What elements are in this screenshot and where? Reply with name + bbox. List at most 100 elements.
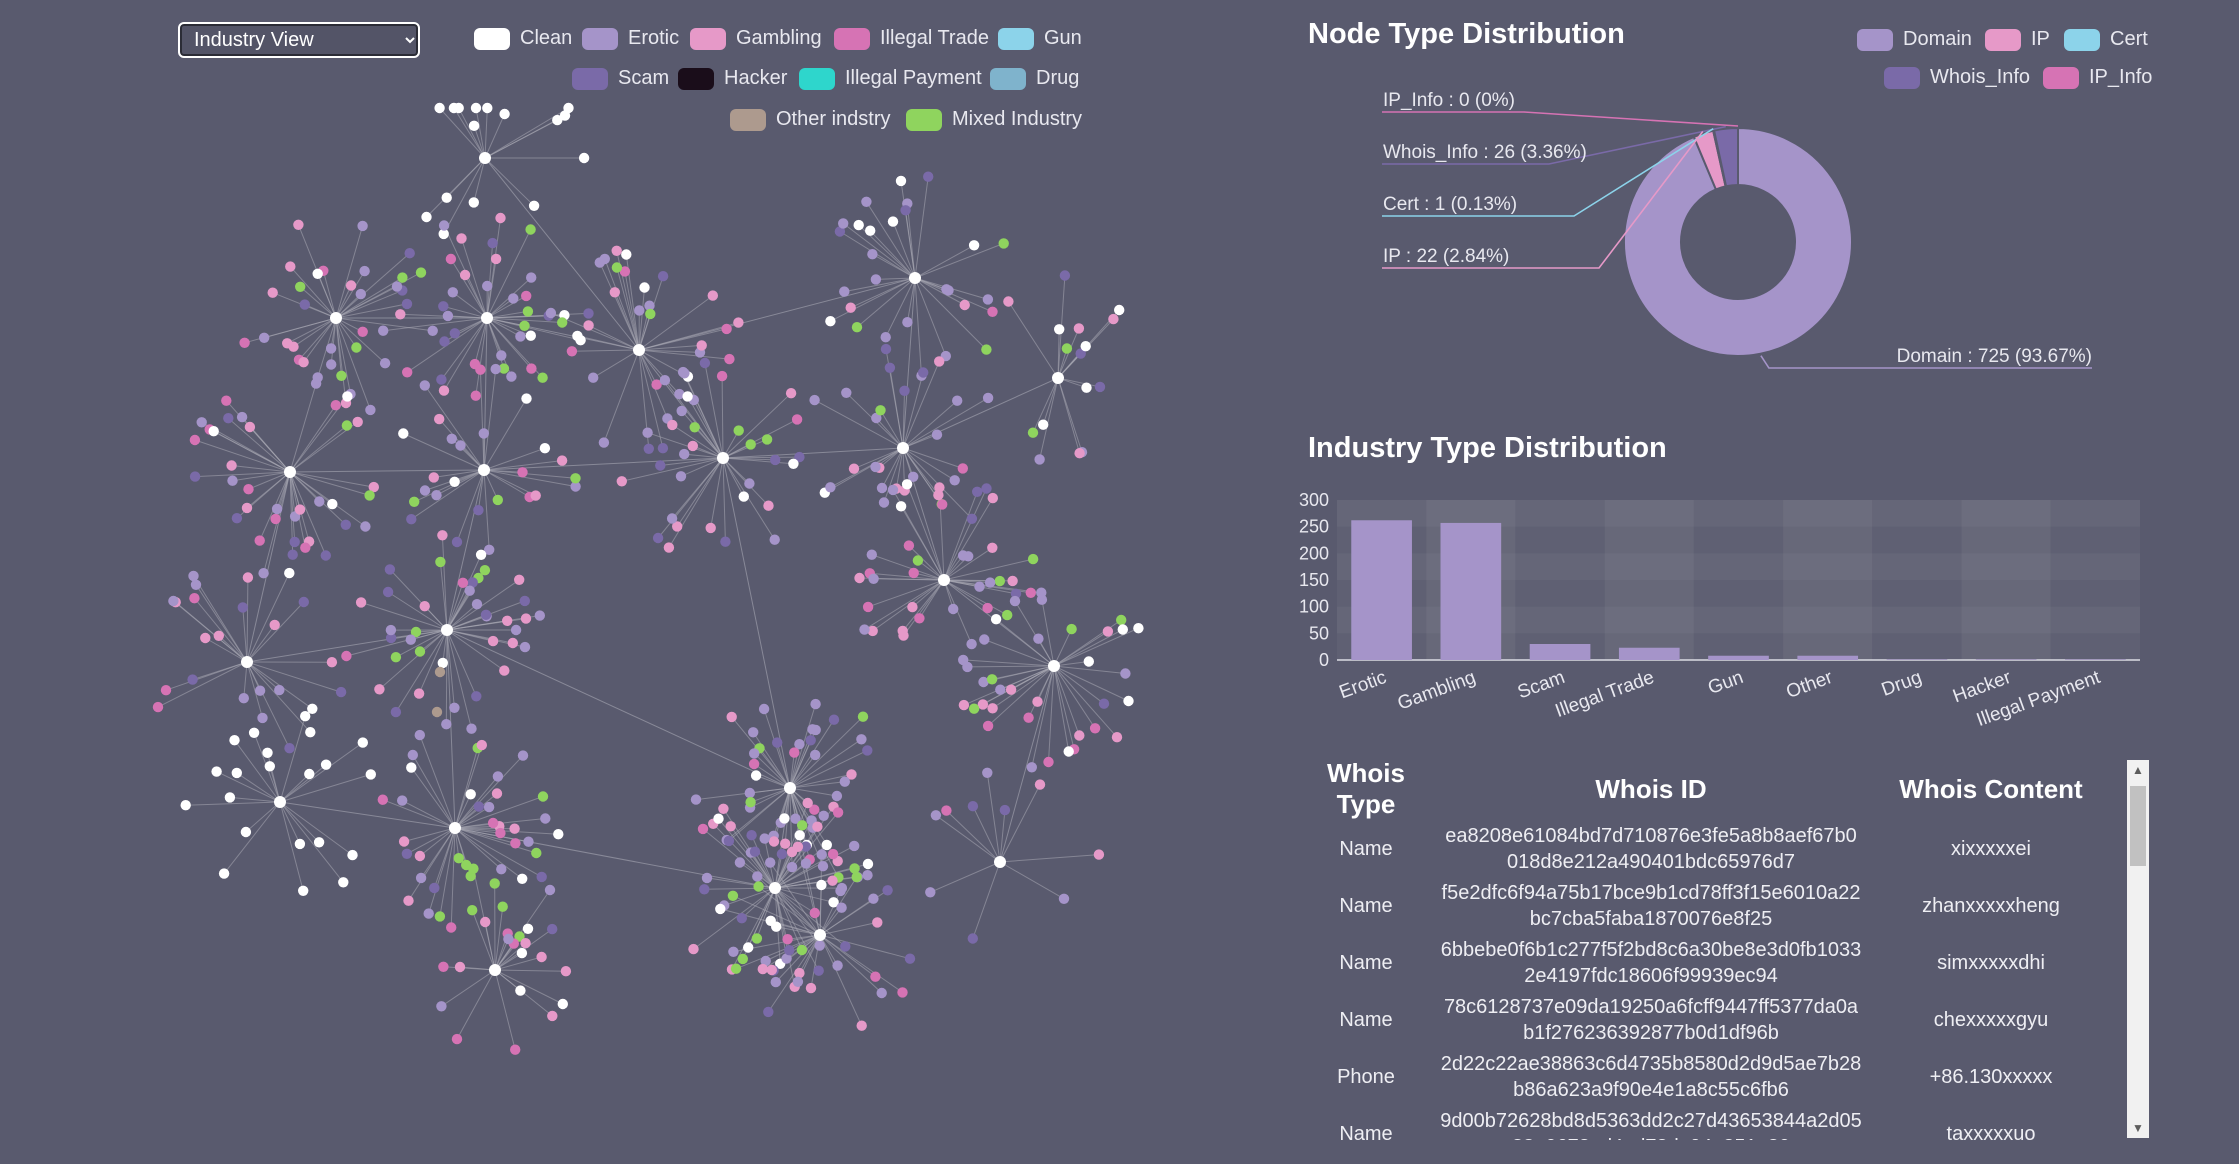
- graph-node[interactable]: [875, 405, 886, 416]
- graph-node[interactable]: [816, 849, 827, 860]
- graph-node[interactable]: [431, 490, 442, 501]
- graph-node[interactable]: [556, 455, 568, 466]
- graph-node[interactable]: [223, 413, 234, 424]
- graph-node[interactable]: [374, 684, 385, 695]
- industry-type-bar-chart[interactable]: 0 50 100 150 200 250 300 Erotic Gambling ScamIll…: [1285, 480, 2165, 750]
- graph-node[interactable]: [838, 218, 849, 229]
- graph-node[interactable]: [385, 624, 397, 636]
- graph-node[interactable]: [713, 813, 724, 824]
- graph-node[interactable]: [1066, 623, 1077, 635]
- graph-node[interactable]: [968, 703, 980, 714]
- graph-node[interactable]: [818, 810, 829, 821]
- graph-node[interactable]: [507, 637, 518, 649]
- bar[interactable]: [1618, 647, 1680, 660]
- graph-node[interactable]: [810, 749, 821, 761]
- graph-node[interactable]: [699, 357, 711, 369]
- bar[interactable]: [1797, 655, 1859, 660]
- graph-node[interactable]: [327, 498, 338, 510]
- graph-node[interactable]: [977, 699, 989, 710]
- graph-node[interactable]: [870, 274, 882, 285]
- graph-node[interactable]: [415, 872, 427, 884]
- graph-node[interactable]: [663, 542, 675, 553]
- graph-node[interactable]: [963, 551, 974, 562]
- graph-node[interactable]: [716, 370, 728, 382]
- graph-node[interactable]: [1133, 623, 1144, 634]
- graph-node[interactable]: [987, 703, 998, 714]
- graph-node[interactable]: [294, 838, 306, 850]
- graph-node[interactable]: [526, 272, 537, 283]
- graph-node[interactable]: [687, 440, 698, 452]
- graph-node[interactable]: [1080, 341, 1091, 352]
- graph-node[interactable]: [200, 632, 211, 644]
- graph-node[interactable]: [902, 317, 913, 328]
- graph-node[interactable]: [807, 724, 818, 735]
- graph-node[interactable]: [496, 350, 507, 361]
- graph-node[interactable]: [497, 901, 508, 912]
- graph-node[interactable]: [528, 200, 540, 211]
- graph-node[interactable]: [352, 416, 363, 428]
- graph-node[interactable]: [752, 871, 763, 882]
- graph-node[interactable]: [733, 425, 744, 436]
- graph-node[interactable]: [779, 813, 790, 824]
- graph-node[interactable]: [1025, 587, 1036, 598]
- graph-node[interactable]: [520, 613, 532, 624]
- graph-node[interactable]: [434, 911, 446, 922]
- graph-node[interactable]: [342, 391, 353, 402]
- graph-node[interactable]: [384, 564, 396, 575]
- graph-node[interactable]: [287, 549, 298, 560]
- graph-node[interactable]: [402, 367, 413, 378]
- graph-node[interactable]: [478, 428, 489, 439]
- graph-node[interactable]: [816, 879, 827, 891]
- graph-node[interactable]: [862, 858, 874, 870]
- graph-node[interactable]: [409, 496, 420, 507]
- graph-node[interactable]: [269, 619, 280, 631]
- graph-node[interactable]: [435, 556, 446, 568]
- graph-node[interactable]: [930, 810, 942, 821]
- graph-node[interactable]: [934, 356, 945, 367]
- graph-node[interactable]: [468, 120, 480, 131]
- graph-node[interactable]: [878, 497, 890, 508]
- graph-node[interactable]: [1059, 270, 1071, 281]
- graph-node[interactable]: [831, 790, 843, 802]
- graph-node[interactable]: [982, 602, 993, 614]
- graph-node[interactable]: [404, 248, 415, 259]
- graph-node[interactable]: [856, 1020, 867, 1031]
- graph-node[interactable]: [285, 261, 296, 272]
- graph-hub-node[interactable]: [274, 796, 286, 808]
- graph-node[interactable]: [733, 317, 744, 328]
- graph-node[interactable]: [295, 281, 306, 292]
- graph-node[interactable]: [293, 219, 304, 230]
- graph-node[interactable]: [224, 792, 236, 803]
- graph-node[interactable]: [666, 513, 678, 524]
- graph-node[interactable]: [274, 684, 285, 696]
- graph-node[interactable]: [880, 343, 892, 355]
- graph-node[interactable]: [468, 197, 479, 208]
- graph-node[interactable]: [984, 577, 996, 588]
- graph-node[interactable]: [948, 603, 959, 615]
- graph-node[interactable]: [699, 884, 710, 895]
- graph-node[interactable]: [720, 536, 731, 547]
- graph-node[interactable]: [748, 758, 760, 770]
- graph-node[interactable]: [805, 982, 817, 994]
- graph-node[interactable]: [1005, 684, 1017, 695]
- graph-node[interactable]: [611, 262, 623, 273]
- graph-node[interactable]: [872, 917, 883, 928]
- graph-node[interactable]: [763, 1006, 774, 1018]
- graph-node[interactable]: [840, 941, 851, 952]
- graph-node[interactable]: [495, 212, 506, 224]
- graph-node[interactable]: [770, 454, 781, 466]
- graph-node[interactable]: [652, 532, 664, 544]
- graph-node[interactable]: [427, 325, 438, 336]
- graph-node[interactable]: [519, 320, 530, 331]
- graph-node[interactable]: [994, 575, 1005, 587]
- graph-node[interactable]: [537, 791, 549, 802]
- graph-node[interactable]: [583, 308, 594, 319]
- graph-node[interactable]: [320, 759, 332, 770]
- graph-node[interactable]: [738, 491, 749, 502]
- graph-node[interactable]: [987, 542, 998, 553]
- graph-node[interactable]: [168, 595, 179, 607]
- graph-node[interactable]: [473, 505, 484, 516]
- graph-node[interactable]: [397, 795, 408, 806]
- graph-node[interactable]: [419, 485, 431, 496]
- graph-node[interactable]: [355, 597, 367, 608]
